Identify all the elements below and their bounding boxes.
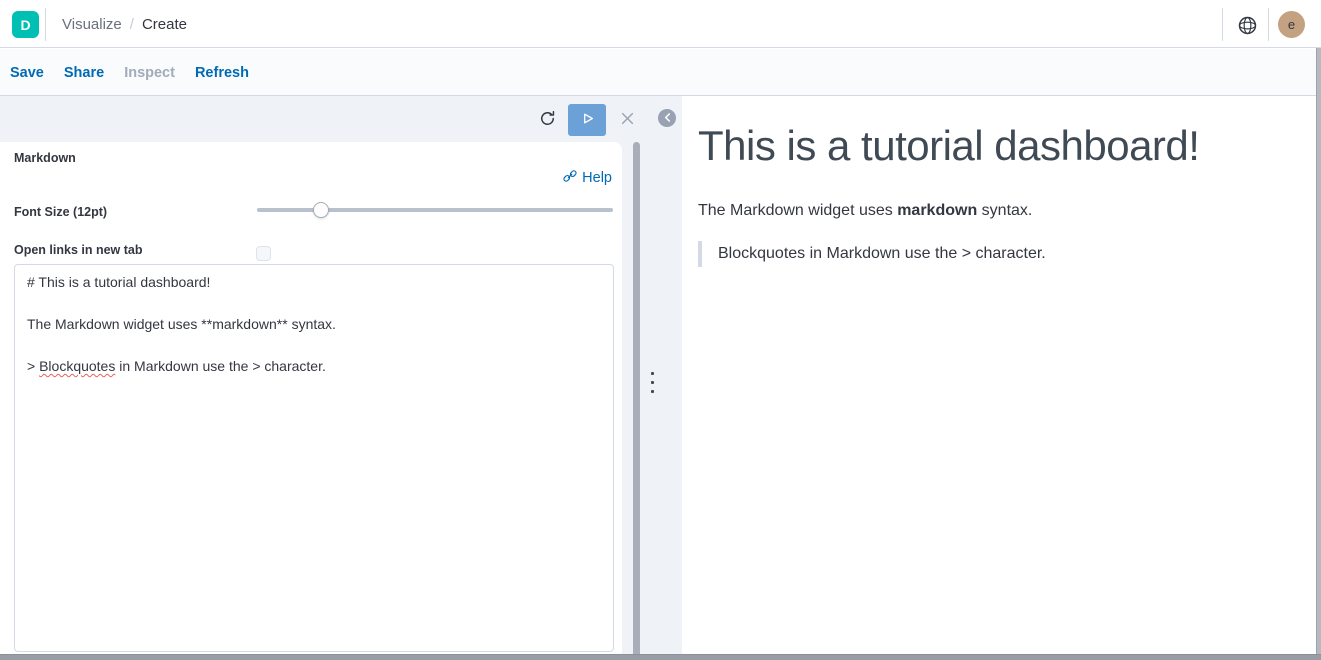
preview-paragraph-after: syntax.	[977, 202, 1032, 219]
preview-paragraph-before: The Markdown widget uses	[698, 202, 897, 219]
help-link[interactable]: Help	[563, 169, 612, 187]
preview-paragraph-bold: markdown	[897, 202, 977, 219]
save-button[interactable]: Save	[10, 65, 44, 81]
nav-divider	[1268, 8, 1269, 41]
markdown-line-1: # This is a tutorial dashboard!	[27, 274, 210, 290]
font-size-slider-thumb[interactable]	[313, 202, 329, 218]
font-size-slider[interactable]	[257, 202, 613, 218]
markdown-line-3-misspelled-word: Blockquotes	[39, 358, 115, 374]
collapse-sidebar-button[interactable]	[658, 109, 676, 127]
share-button[interactable]: Share	[64, 65, 104, 81]
breadcrumb: Visualize / Create	[62, 0, 187, 48]
breadcrumb-visualize[interactable]: Visualize	[62, 16, 122, 33]
app-logo[interactable]: D	[12, 11, 39, 38]
editor-scrollbar-thumb[interactable]	[633, 142, 640, 660]
font-size-label: Font Size (12pt)	[14, 205, 107, 219]
top-nav: D Visualize / Create e	[0, 0, 1321, 48]
font-size-slider-track	[257, 208, 613, 212]
markdown-options-panel: Markdown Help Font Size (12pt) Open link…	[0, 142, 622, 660]
preview-blockquote: Blockquotes in Markdown use the > charac…	[698, 241, 1046, 267]
editor-refresh-button[interactable]	[532, 104, 562, 136]
nav-divider	[1222, 8, 1223, 41]
action-toolbar: Save Share Inspect Refresh	[0, 49, 1321, 96]
breadcrumb-create: Create	[142, 16, 187, 33]
toolbar-links: Save Share Inspect Refresh	[10, 49, 249, 96]
chevron-left-icon	[664, 109, 671, 127]
inspect-button: Inspect	[124, 65, 175, 81]
preview-heading: This is a tutorial dashboard!	[698, 122, 1199, 170]
apply-changes-button[interactable]	[568, 104, 606, 136]
markdown-source-textarea[interactable]: # This is a tutorial dashboard! The Mark…	[14, 264, 614, 652]
help-link-label: Help	[582, 170, 612, 186]
window-horizontal-scrollbar[interactable]	[0, 654, 1321, 660]
app-logo-letter: D	[20, 17, 30, 33]
panel-title: Markdown	[14, 151, 76, 165]
play-icon	[580, 111, 595, 129]
panel-resizer-handle[interactable]	[645, 360, 659, 404]
close-icon	[621, 112, 634, 128]
nav-divider	[45, 8, 46, 41]
markdown-preview-panel: This is a tutorial dashboard! The Markdo…	[682, 96, 1316, 654]
markdown-line-3-rest: in Markdown use the > character.	[115, 358, 326, 374]
user-avatar[interactable]: e	[1278, 11, 1305, 38]
globe-icon[interactable]	[1236, 14, 1258, 36]
preview-paragraph: The Markdown widget uses markdown syntax…	[698, 202, 1032, 220]
open-links-label: Open links in new tab	[14, 243, 143, 257]
avatar-letter: e	[1288, 17, 1295, 32]
discard-changes-button[interactable]	[612, 104, 642, 136]
refresh-icon	[539, 110, 556, 130]
markdown-line-3-prefix: >	[27, 358, 39, 374]
breadcrumb-separator: /	[130, 16, 134, 33]
refresh-button[interactable]: Refresh	[195, 65, 249, 81]
app-window: D Visualize / Create e Save Share Inspec…	[0, 0, 1321, 660]
link-icon	[563, 169, 577, 187]
open-links-checkbox[interactable]	[256, 246, 271, 261]
markdown-line-2: The Markdown widget uses **markdown** sy…	[27, 316, 336, 332]
window-vertical-scrollbar[interactable]	[1316, 48, 1321, 654]
